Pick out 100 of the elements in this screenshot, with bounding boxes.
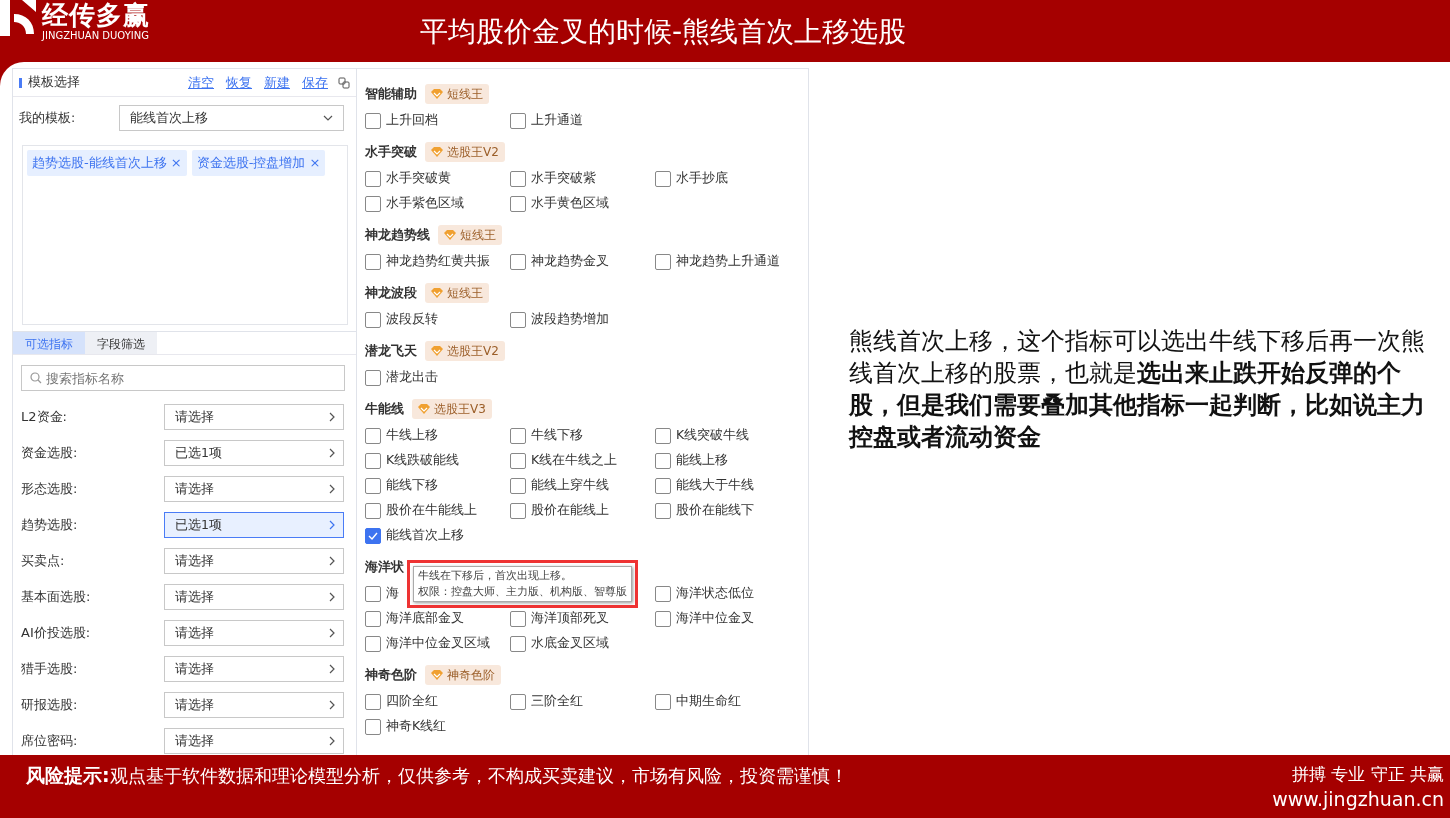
checkbox[interactable]: [655, 610, 671, 627]
filter-select[interactable]: 请选择: [164, 404, 344, 430]
checkbox[interactable]: [510, 311, 526, 328]
checkbox-label: 牛线上移: [386, 426, 438, 445]
version-badge: 短线王: [425, 283, 489, 303]
chevron-right-icon: [329, 700, 335, 710]
toolbar-link[interactable]: 保存: [302, 72, 328, 93]
checkbox[interactable]: [655, 452, 671, 469]
checkbox[interactable]: [365, 427, 381, 444]
checkbox[interactable]: [365, 477, 381, 494]
checkbox[interactable]: [510, 635, 526, 652]
version-badge: 选股王V2: [425, 341, 505, 361]
checkbox[interactable]: [365, 585, 381, 602]
diamond-icon: [431, 89, 443, 99]
logo-icon: [0, 0, 36, 36]
filter-select[interactable]: 请选择: [164, 476, 344, 502]
template-dropdown[interactable]: 能线首次上移: [119, 105, 344, 131]
checkbox[interactable]: [510, 477, 526, 494]
checkbox-label: 牛线下移: [531, 426, 583, 445]
checkbox[interactable]: [365, 311, 381, 328]
checkbox[interactable]: [655, 427, 671, 444]
group-title: 水手突破: [365, 143, 417, 162]
checkbox[interactable]: [655, 170, 671, 187]
filter-select[interactable]: 请选择: [164, 620, 344, 646]
checkbox[interactable]: [365, 112, 381, 129]
filter-select[interactable]: 请选择: [164, 656, 344, 682]
template-tag[interactable]: 趋势选股-能线首次上移 ×: [27, 150, 187, 176]
chevron-right-icon: [329, 664, 335, 674]
tooltip-text: 权限：控盘大师、主力版、机构版、智尊版: [418, 584, 627, 600]
checkbox[interactable]: [365, 635, 381, 652]
chevron-right-icon: [329, 556, 335, 566]
filter-select[interactable]: 请选择: [164, 692, 344, 718]
checkbox[interactable]: [655, 693, 671, 710]
filter-label: 买卖点:: [21, 552, 66, 571]
checkbox[interactable]: [655, 585, 671, 602]
checkbox[interactable]: [365, 369, 381, 386]
checkbox[interactable]: [365, 502, 381, 519]
filter-select[interactable]: 请选择: [164, 728, 344, 754]
copy-icon[interactable]: [338, 76, 350, 89]
toolbar-link[interactable]: 新建: [264, 72, 290, 93]
tab[interactable]: 字段筛选: [85, 332, 157, 354]
checkbox[interactable]: [510, 502, 526, 519]
field-label: 我的模板:: [19, 108, 77, 127]
filter-select[interactable]: 已选1项: [164, 512, 344, 538]
checkbox[interactable]: [510, 170, 526, 187]
checkbox[interactable]: [510, 253, 526, 270]
checkbox[interactable]: [510, 693, 526, 710]
checkbox[interactable]: [510, 610, 526, 627]
filter-label: 研报选股:: [21, 696, 79, 715]
toolbar-link[interactable]: 恢复: [226, 72, 252, 93]
checkbox-label: 海: [386, 584, 399, 603]
checkbox-label: 能线下移: [386, 476, 438, 495]
accent-bar: [19, 77, 22, 88]
tab[interactable]: 可选指标: [13, 332, 85, 354]
checkbox[interactable]: [655, 477, 671, 494]
filter-select[interactable]: 请选择: [164, 584, 344, 610]
checkbox[interactable]: [655, 253, 671, 270]
checkbox-label: 上升回档: [386, 111, 438, 130]
chevron-right-icon: [329, 628, 335, 638]
checkbox-label: 水手紫色区域: [386, 194, 464, 213]
checkbox-label: 能线大于牛线: [676, 476, 754, 495]
filter-label: 猎手选股:: [21, 660, 79, 679]
diamond-icon: [431, 288, 443, 298]
logo-name: 经传多赢: [42, 0, 150, 30]
checkbox[interactable]: [510, 112, 526, 129]
filter-select[interactable]: 请选择: [164, 548, 344, 574]
diamond-icon: [418, 404, 430, 414]
diamond-icon: [431, 670, 443, 680]
checkbox-label: 股价在能线下: [676, 501, 754, 520]
checkbox[interactable]: [365, 170, 381, 187]
checkbox-label: 神奇K线红: [386, 717, 447, 736]
checkbox[interactable]: [510, 452, 526, 469]
checkbox-label: 水手突破紫: [531, 169, 596, 188]
chevron-down-icon: [323, 115, 333, 121]
logo-subtitle: JINGZHUAN DUOYING: [42, 30, 150, 41]
version-badge: 短线王: [438, 225, 502, 245]
checkbox-label: 四阶全红: [386, 692, 438, 711]
checkbox[interactable]: [365, 452, 381, 469]
checkbox[interactable]: [365, 610, 381, 627]
checkbox[interactable]: [510, 195, 526, 212]
checkbox[interactable]: [365, 527, 381, 544]
group-title: 潜龙飞天: [365, 342, 417, 361]
website: www.jingzhuan.cn: [1272, 787, 1444, 811]
checkbox[interactable]: [365, 195, 381, 212]
risk-label: 风险提示:: [26, 764, 110, 786]
checkbox[interactable]: [365, 253, 381, 270]
toolbar-link[interactable]: 清空: [188, 72, 214, 93]
checkbox[interactable]: [365, 718, 381, 735]
template-tag[interactable]: 资金选股-控盘增加 ×: [191, 150, 326, 176]
checkbox-label: 神龙趋势上升通道: [676, 252, 780, 271]
slide-title: 平均股价金叉的时候-熊线首次上移选股: [420, 14, 907, 50]
checkbox[interactable]: [510, 427, 526, 444]
filter-label: 趋势选股:: [21, 516, 79, 535]
checkbox[interactable]: [655, 502, 671, 519]
filter-select[interactable]: 已选1项: [164, 440, 344, 466]
version-badge: 选股王V2: [425, 142, 505, 162]
checkbox-label: 能线上穿牛线: [531, 476, 609, 495]
search-field[interactable]: 搜索指标名称: [21, 365, 345, 391]
checkbox-label: 海洋底部金叉: [386, 609, 464, 628]
checkbox[interactable]: [365, 693, 381, 710]
